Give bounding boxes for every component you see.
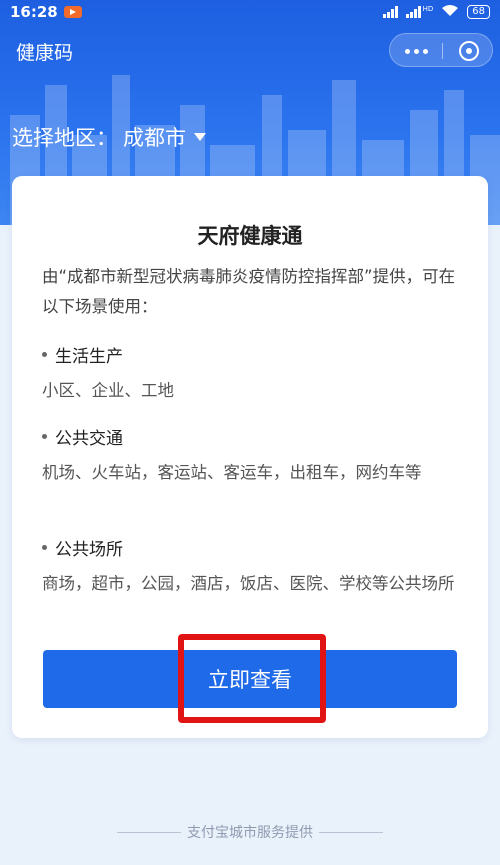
footer-line-right: [319, 831, 383, 833]
footer-line-left: [117, 831, 181, 833]
status-time: 16:28: [10, 3, 58, 21]
footer: 支付宝城市服务提供: [0, 822, 500, 842]
more-icon[interactable]: [390, 34, 442, 68]
section-living-production: 生活生产 小区、企业、工地: [42, 342, 462, 406]
app-notification-icon: [63, 6, 82, 18]
dropdown-caret-icon[interactable]: [194, 133, 206, 141]
network-label: HD: [422, 5, 434, 13]
region-label: 选择地区：: [12, 126, 117, 150]
section-heading: 公共场所: [55, 539, 123, 560]
section-body: 机场、火车站，客运站、客运车，出租车，网约车等: [42, 463, 422, 482]
view-now-button[interactable]: 立即查看: [43, 650, 457, 708]
section-body: 小区、企业、工地: [42, 381, 174, 400]
card-title: 天府健康通: [197, 224, 303, 248]
bullet-icon: [42, 351, 47, 357]
wifi-icon: [441, 4, 459, 21]
footer-text: 支付宝城市服务提供: [187, 825, 313, 841]
close-mini-program-icon[interactable]: [443, 34, 494, 68]
bullet-icon: [42, 544, 47, 550]
bullet-icon: [42, 433, 47, 439]
section-body: 商场，超市，公园，酒店，饭店、医院、学校等公共场所: [42, 574, 455, 593]
mini-program-capsule: [389, 33, 493, 67]
signal-icon: [382, 6, 398, 18]
section-heading: 公共交通: [55, 428, 123, 449]
section-public-places: 公共场所 商场，超市，公园，酒店，饭店、医院、学校等公共场所: [42, 535, 462, 599]
region-value[interactable]: 成都市: [123, 122, 186, 152]
region-selector[interactable]: 选择地区： 成都市: [12, 122, 206, 152]
section-heading: 生活生产: [55, 346, 123, 367]
app-title: 健康码: [16, 42, 74, 64]
section-public-transport: 公共交通 机场、火车站，客运站、客运车，出租车，网约车等: [42, 424, 462, 488]
card-intro: 由“成都市新型冠状病毒肺炎疫情防控指挥部”提供，可在以下场景使用：: [42, 267, 456, 316]
signal-hd-icon: HD: [405, 5, 434, 18]
battery-icon: 68: [467, 5, 490, 19]
status-bar: 16:28 HD 68: [0, 0, 500, 24]
info-card: 天府健康通 由“成都市新型冠状病毒肺炎疫情防控指挥部”提供，可在以下场景使用： …: [12, 176, 488, 738]
